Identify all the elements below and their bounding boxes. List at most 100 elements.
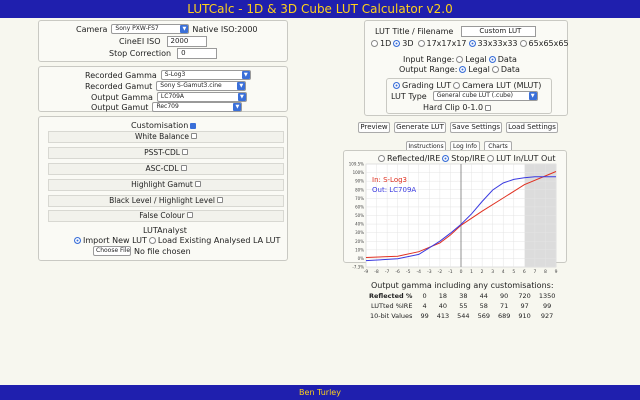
dim-3d-label: 3D — [402, 39, 414, 48]
dim-3d-radio[interactable] — [393, 40, 401, 47]
chevron-down-icon: ▼ — [180, 25, 189, 33]
lut-in-out-radio[interactable] — [487, 155, 495, 162]
output-legal-radio[interactable] — [459, 66, 467, 73]
psst-cdl-row[interactable]: PSST-CDL — [48, 147, 284, 159]
highlight-gamut-row[interactable]: Highlight Gamut — [48, 179, 284, 191]
camera-select[interactable]: Sony PXW-FS7 ▼ — [111, 24, 190, 34]
psst-cdl-checkbox[interactable] — [181, 149, 188, 155]
camera-panel: Camera Sony PXW-FS7 ▼ Native ISO:2000 Cin… — [38, 20, 288, 62]
table-row: Reflected % 0 18 38 44 90 720 1350 — [369, 292, 556, 300]
size-17-label: 17x17x17 — [426, 39, 467, 48]
camera-lut-radio[interactable] — [453, 82, 461, 89]
false-colour-checkbox[interactable] — [186, 212, 193, 218]
save-settings-button[interactable]: Save Settings — [450, 122, 502, 133]
camera-lut-label: Camera LUT (MLUT) — [462, 81, 542, 90]
recorded-gamut-label: Recorded Gamut — [85, 81, 153, 91]
x-tick-label: 9 — [555, 269, 558, 275]
size-65-label: 65x65x65 — [528, 39, 569, 48]
size-33-label: 33x33x33 — [477, 39, 518, 48]
black-level-row[interactable]: Black Level / Highlight Level — [48, 195, 284, 207]
stop-ire-radio[interactable] — [442, 155, 450, 162]
generate-lut-button[interactable]: Generate LUT — [394, 122, 446, 133]
asc-cdl-row[interactable]: ASC-CDL — [48, 163, 284, 175]
load-settings-button[interactable]: Load Settings — [506, 122, 558, 133]
load-existing-label: Load Existing Analysed LA LUT — [157, 236, 281, 245]
x-tick-label: -1 — [448, 269, 453, 275]
dim-1d-radio[interactable] — [371, 40, 378, 47]
author-label: Ben Turley — [299, 388, 341, 397]
app-title: LUTCalc - 1D & 3D Cube LUT Calculator v2… — [187, 2, 453, 16]
dim-1d-label: 1D — [380, 39, 392, 48]
output-range-label: Output Range: — [399, 65, 458, 74]
table-title: Output gamma including any customisation… — [371, 281, 554, 290]
hard-clip-checkbox[interactable] — [485, 104, 492, 111]
stop-correction-label: Stop Correction — [109, 49, 172, 58]
choose-file-button[interactable]: Choose File — [93, 246, 131, 256]
x-tick-label: -2 — [438, 269, 443, 275]
x-tick-label: 1 — [470, 269, 473, 275]
input-legal-label: Legal — [465, 55, 487, 64]
output-gamut-select[interactable]: Rec709 ▼ — [152, 102, 243, 112]
recorded-gamma-select[interactable]: S-Log3 ▼ — [160, 70, 251, 80]
output-gamut-label: Output Gamut — [91, 102, 149, 112]
x-tick-label: 6 — [523, 269, 526, 275]
x-tick-label: 4 — [502, 269, 505, 275]
import-new-radio[interactable] — [74, 237, 81, 244]
false-colour-row[interactable]: False Colour — [48, 210, 284, 222]
lutanalyst-label: LUTAnalyst — [143, 226, 187, 235]
x-tick-label: -7 — [385, 269, 390, 275]
customisation-checkbox[interactable] — [190, 122, 197, 129]
size-33-radio[interactable] — [468, 40, 476, 47]
gamma-panel: Recorded Gamma S-Log3 ▼ Recorded Gamut So… — [38, 66, 288, 112]
x-tick-label: 3 — [491, 269, 494, 275]
x-tick-label: -6 — [395, 269, 400, 275]
cinei-label: CineEI ISO — [119, 37, 161, 46]
size-17-radio[interactable] — [417, 40, 425, 47]
recorded-gamut-select[interactable]: Sony S-Gamut3.cine ▼ — [156, 81, 247, 91]
output-data-radio[interactable] — [491, 66, 499, 73]
reflected-ire-label: Reflected/IRE — [387, 154, 441, 163]
output-gamma-select[interactable]: LC709A ▼ — [156, 92, 247, 102]
x-tick-label: 2 — [481, 269, 484, 275]
import-new-label: Import New LUT — [83, 236, 147, 245]
input-range-label: Input Range: — [403, 55, 455, 64]
preview-button[interactable]: Preview — [358, 122, 390, 133]
white-balance-checkbox[interactable] — [191, 133, 198, 139]
lut-title-label: LUT Title / Filename — [375, 27, 454, 36]
asc-cdl-checkbox[interactable] — [180, 165, 187, 171]
x-tick-label: -9 — [364, 269, 369, 275]
black-level-checkbox[interactable] — [216, 197, 223, 203]
size-65-radio[interactable] — [519, 40, 527, 47]
cinei-input[interactable]: 2000 — [166, 36, 207, 47]
input-legal-radio[interactable] — [456, 56, 464, 63]
grading-lut-radio[interactable] — [393, 82, 400, 89]
chevron-down-icon: ▼ — [237, 82, 246, 90]
reflected-ire-radio[interactable] — [378, 155, 385, 162]
camera-label: Camera — [76, 24, 108, 34]
x-tick-label: -8 — [374, 269, 379, 275]
chart-panel: Reflected/IRE Stop/IRE LUT In/LUT Out — [343, 150, 567, 263]
stop-ire-label: Stop/IRE — [451, 154, 486, 163]
white-balance-row[interactable]: White Balance — [48, 131, 284, 143]
x-tick-label: 8 — [544, 269, 547, 275]
recorded-gamma-label: Recorded Gamma — [85, 70, 157, 80]
chevron-down-icon: ▼ — [241, 71, 250, 79]
chevron-down-icon: ▼ — [237, 93, 246, 101]
lut-title-input[interactable]: Custom LUT — [461, 26, 537, 37]
lut-type-select[interactable]: General cube LUT (.cube) ▼ — [432, 91, 538, 101]
no-file-label: No file chosen — [134, 246, 191, 256]
output-legal-label: Legal — [468, 65, 490, 74]
x-tick-labels: -9 -8 -7 -6 -5 -4 -3 -2 -1 0 1 2 3 4 5 6 7 8 9 — [364, 269, 558, 275]
title-bar: LUTCalc - 1D & 3D Cube LUT Calculator v2… — [0, 0, 640, 18]
chevron-down-icon: ▼ — [528, 92, 537, 100]
lut-in-out-label: LUT In/LUT Out — [496, 154, 556, 163]
chevron-down-icon: ▼ — [233, 103, 242, 111]
input-data-radio[interactable] — [488, 56, 496, 63]
highlight-gamut-checkbox[interactable] — [194, 181, 201, 187]
x-tick-label: -5 — [406, 269, 411, 275]
x-tick-label: 5 — [512, 269, 515, 275]
output-data-label: Data — [500, 65, 520, 74]
load-existing-radio[interactable] — [148, 237, 156, 244]
stop-correction-input[interactable]: 0 — [177, 48, 218, 59]
customisation-label: Customisation — [131, 121, 189, 130]
